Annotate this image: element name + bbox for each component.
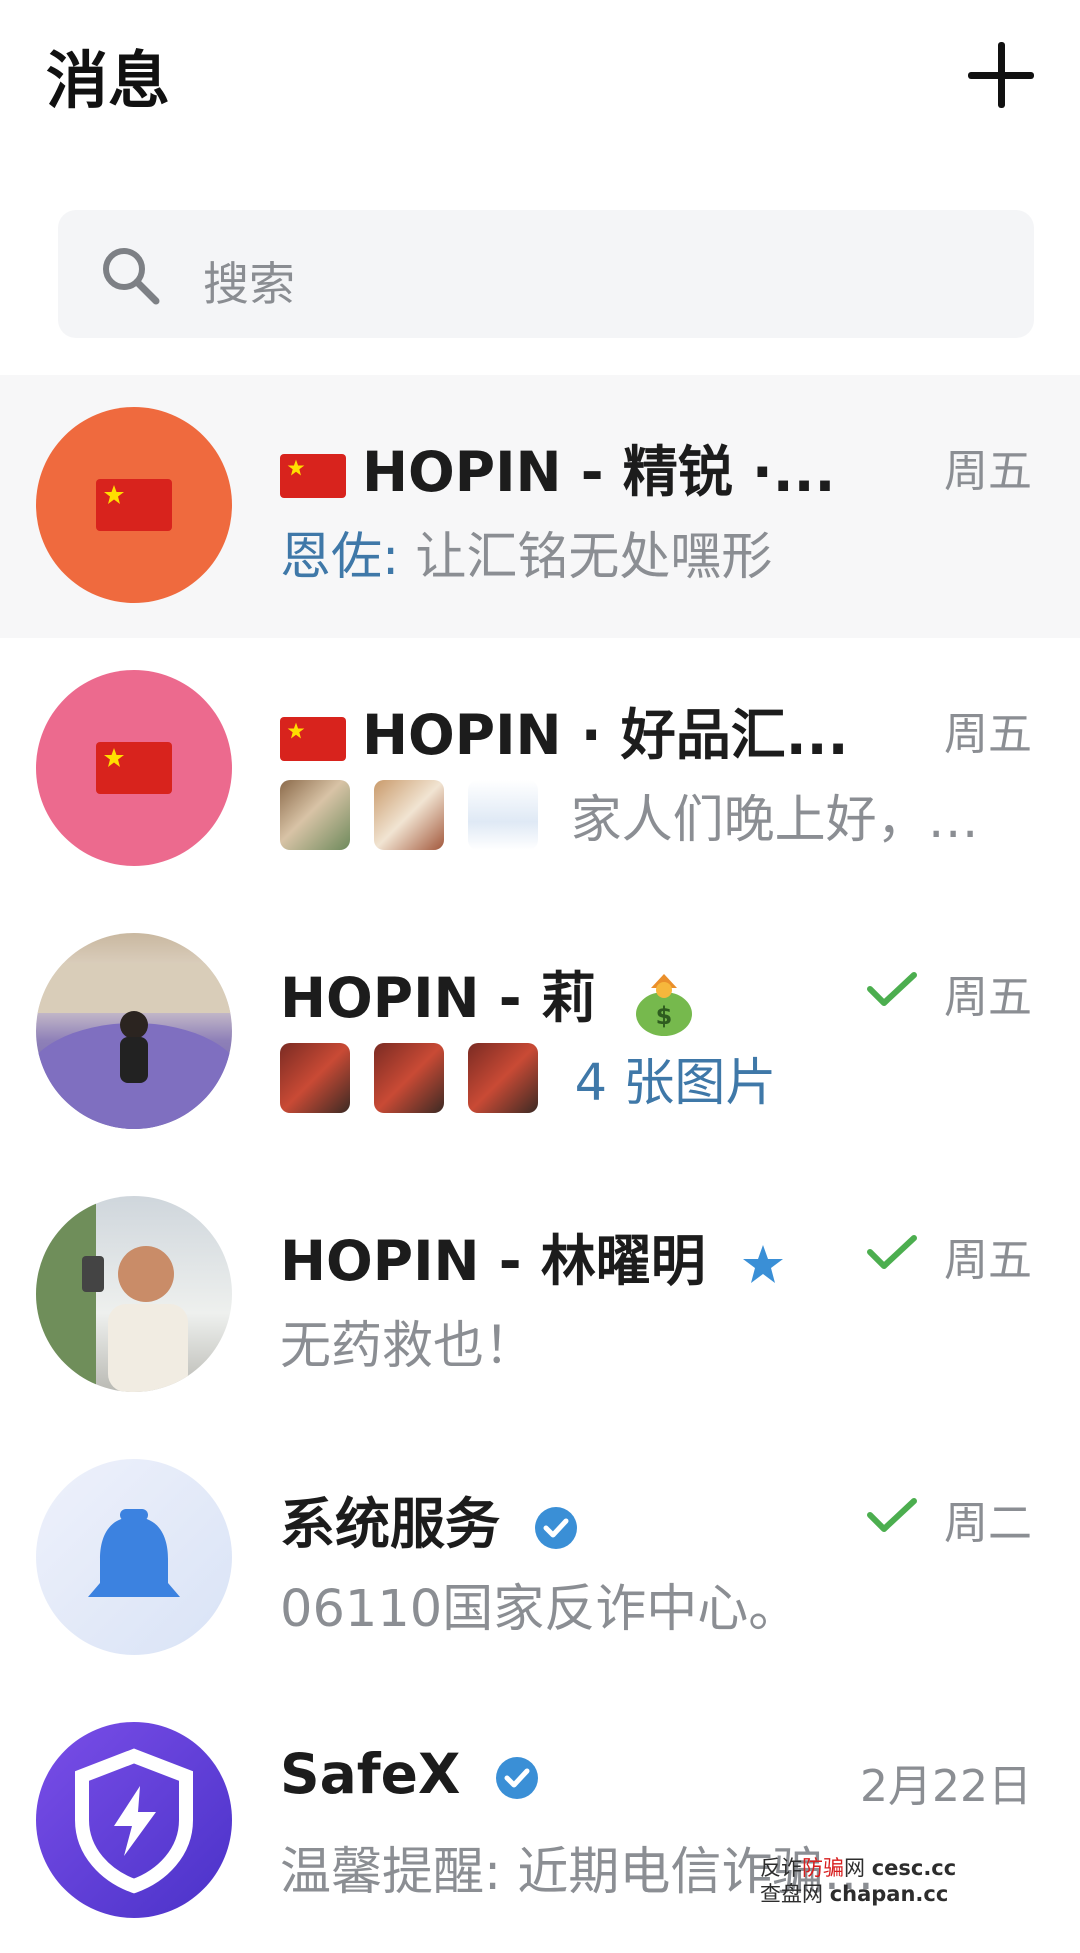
- image-thumbnail: [374, 1043, 445, 1113]
- conversation-time: 周五: [944, 972, 1032, 1023]
- bell-icon: [88, 1509, 180, 1597]
- read-check-icon: [867, 1498, 917, 1532]
- photo-avatar: [36, 1196, 188, 1392]
- conversation-time: 周五: [944, 446, 1032, 497]
- watermark-url: chapan.cc: [829, 1882, 949, 1906]
- avatar: [36, 407, 232, 603]
- watermark-line-2: 查盘网 chapan.cc: [760, 1881, 956, 1907]
- watermark-text: 反诈: [760, 1856, 802, 1880]
- sender-name: 恩佐:: [280, 528, 400, 587]
- message-text: 让汇铭无处嘿形: [415, 528, 773, 587]
- watermark: 反诈防骗网 cesc.cc 查盘网 chapan.cc: [760, 1855, 956, 1907]
- watermark-url: cesc.cc: [871, 1856, 957, 1880]
- search-placeholder: 搜索: [203, 257, 295, 311]
- read-check-icon: [867, 1235, 917, 1269]
- conversation-time: 周五: [944, 1235, 1032, 1286]
- watermark-text: 防骗: [802, 1856, 844, 1880]
- search-icon: [103, 248, 160, 305]
- conversation-name: HOPIN - 莉 $: [280, 953, 699, 1038]
- money-bag-icon: $: [635, 973, 692, 1036]
- header: 消息: [0, 0, 1080, 190]
- conversation-name-text: HOPIN - 林曜明: [280, 1229, 706, 1293]
- search-input[interactable]: 搜索: [58, 210, 1034, 338]
- conversation-preview: 4 张图片: [280, 1041, 776, 1115]
- verified-icon: [535, 1506, 578, 1549]
- svg-text:$: $: [656, 1002, 673, 1030]
- plus-icon[interactable]: [968, 42, 1034, 108]
- conversation-preview: 家人们晚上好，…: [280, 778, 979, 852]
- avatar: [36, 933, 232, 1129]
- avatar: [36, 1459, 232, 1655]
- image-thumbnail: [468, 780, 539, 850]
- image-thumbnail: [374, 780, 445, 850]
- photo-avatar: [36, 963, 232, 1129]
- conversation-preview: 06110国家反诈中心。: [280, 1580, 800, 1639]
- conversation-time: 周五: [944, 709, 1032, 760]
- conversation-name-text: SafeX: [280, 1742, 461, 1806]
- china-flag-icon: [280, 453, 346, 498]
- page-title: 消息: [46, 44, 171, 117]
- conversation-row[interactable]: HOPIN - 精锐 ·... 周五 恩佐: 让汇铭无处嘿形: [0, 375, 1080, 638]
- image-thumbnail: [280, 1043, 350, 1113]
- verified-icon: [495, 1756, 538, 1799]
- conversation-row[interactable]: SafeX 2月22日 温馨提醒: 近期电信诈骗…: [0, 1690, 1080, 1953]
- china-flag-icon: [96, 742, 172, 794]
- conversation-time: 2月22日: [860, 1761, 1032, 1812]
- read-check-icon: [867, 972, 917, 1006]
- image-thumbnail: [468, 1043, 539, 1113]
- watermark-line-1: 反诈防骗网 cesc.cc: [760, 1855, 956, 1881]
- conversation-row[interactable]: HOPIN - 莉 $ 周五 4 张图片: [0, 901, 1080, 1164]
- star-icon: [742, 1244, 783, 1283]
- conversation-name-text: HOPIN · 好品汇...: [362, 703, 849, 767]
- message-text: 家人们晚上好，…: [570, 791, 979, 850]
- conversation-name: HOPIN - 林曜明: [280, 1216, 787, 1296]
- image-thumbnail: [280, 780, 350, 850]
- avatar: [36, 1722, 232, 1918]
- conversation-name-text: 系统服务: [280, 1492, 501, 1556]
- conversation-row[interactable]: 系统服务 周二 06110国家反诈中心。: [0, 1427, 1080, 1690]
- conversation-name: HOPIN · 好品汇...: [280, 690, 848, 770]
- avatar: [36, 670, 232, 866]
- conversation-name-text: HOPIN - 精锐 ·...: [362, 440, 836, 504]
- avatar: [36, 1196, 232, 1392]
- conversation-time: 周二: [944, 1498, 1032, 1549]
- conversation-preview: 恩佐: 让汇铭无处嘿形: [280, 515, 772, 589]
- conversation-name-text: HOPIN - 莉: [280, 966, 596, 1030]
- conversation-row[interactable]: HOPIN · 好品汇... 周五 家人们晚上好，…: [0, 638, 1080, 901]
- conversation-row[interactable]: HOPIN - 林曜明 周五 无药救也！: [0, 1164, 1080, 1427]
- china-flag-icon: [96, 479, 172, 531]
- conversation-name: HOPIN - 精锐 ·...: [280, 427, 835, 507]
- photo-count-label: 4 张图片: [574, 1054, 777, 1113]
- watermark-text: 网: [844, 1856, 865, 1880]
- shield-bolt-icon: [75, 1748, 193, 1894]
- conversation-name: 系统服务: [280, 1479, 579, 1559]
- china-flag-icon: [280, 716, 346, 761]
- watermark-text: 查盘网: [760, 1882, 823, 1906]
- conversation-name: SafeX: [280, 1742, 540, 1806]
- conversation-preview: 无药救也！: [280, 1317, 536, 1376]
